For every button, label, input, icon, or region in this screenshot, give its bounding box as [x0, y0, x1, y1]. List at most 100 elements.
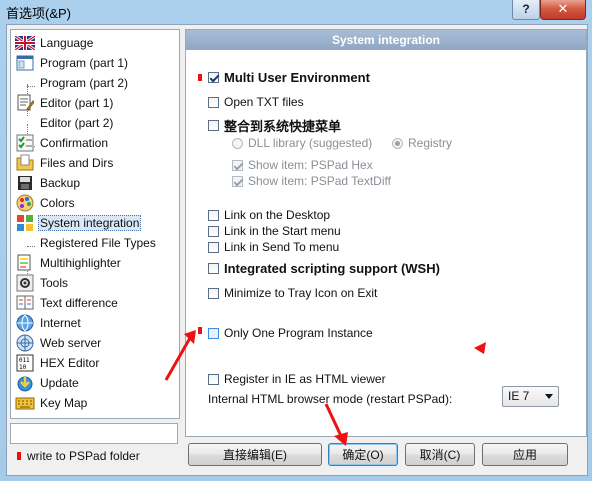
option-label: Link in the Start menu — [224, 224, 341, 238]
close-button[interactable]: ✕ — [540, 0, 586, 20]
title-bar[interactable]: 首选项(&P) ? ✕ — [0, 0, 592, 22]
tree-item-hex-editor[interactable]: 01 10 1 HEX Editor — [15, 353, 101, 373]
option-label: 整合到系统快捷菜单 — [224, 119, 342, 134]
highlighter-icon — [15, 254, 35, 272]
context-menu-checkbox[interactable]: 整合到系统快捷菜单 — [208, 116, 341, 135]
checkbox-box[interactable] — [232, 159, 243, 171]
option-label: Link on the Desktop — [224, 208, 331, 222]
tree-item-editor-part1[interactable]: Editor (part 1) — [15, 93, 115, 113]
tree-item-web-server[interactable]: Web server — [15, 333, 103, 353]
svg-text:1: 1 — [26, 357, 30, 364]
register-ie-checkbox[interactable]: Register in IE as HTML viewer — [208, 372, 386, 386]
multi-user-checkbox[interactable]: Multi User Environment — [208, 70, 370, 85]
tree-item-program-part1[interactable]: Program (part 1) — [15, 53, 130, 73]
tree-item-confirmation[interactable]: Confirmation — [15, 133, 110, 153]
tree-item-label: Language — [40, 36, 94, 50]
windows-icon — [15, 214, 35, 232]
tree-item-colors[interactable]: Colors — [15, 193, 77, 213]
tree-item-label: Multihighlighter — [40, 256, 121, 270]
checkbox-box[interactable] — [208, 120, 219, 131]
minimize-tray-checkbox[interactable]: Minimize to Tray Icon on Exit — [208, 286, 377, 300]
tree-item-label: Editor (part 2) — [40, 116, 114, 130]
show-hex-checkbox[interactable]: Show item: PSPad Hex — [232, 158, 373, 172]
show-textdiff-checkbox[interactable]: Show item: PSPad TextDiff — [232, 174, 391, 188]
dll-library-radio[interactable]: DLL library (suggested) — [232, 136, 372, 150]
tree-item-program-part2[interactable]: Program (part 2) — [38, 73, 130, 93]
tree-search-input[interactable] — [10, 423, 178, 444]
link-start-checkbox[interactable]: Link in the Start menu — [208, 224, 341, 238]
option-label: Register in IE as HTML viewer — [224, 372, 386, 386]
option-label: Multi User Environment — [224, 70, 370, 85]
option-label: Show item: PSPad TextDiff — [248, 174, 391, 188]
tree-item-label: Text difference — [40, 296, 118, 310]
files-icon — [15, 154, 35, 172]
update-icon — [15, 374, 35, 392]
checkbox-box[interactable] — [232, 175, 243, 187]
red-arrow-annotation-icon — [164, 330, 196, 381]
panel-header: System integration — [186, 30, 586, 50]
checkbox-box[interactable] — [208, 209, 219, 221]
tree-item-language[interactable]: Language — [15, 33, 95, 53]
tree-item-text-difference[interactable]: Text difference — [15, 293, 120, 313]
apply-button[interactable]: 应用 — [482, 443, 568, 466]
select-value: IE 7 — [508, 389, 530, 403]
tree-item-backup[interactable]: Backup — [15, 173, 82, 193]
checkbox-box[interactable] — [208, 263, 219, 274]
checklist-icon — [15, 134, 35, 152]
tree-item-label: Tools — [40, 276, 69, 290]
keyboard-icon — [15, 394, 35, 412]
browser-mode-select[interactable]: IE 7 — [502, 386, 559, 407]
wsh-checkbox[interactable]: Integrated scripting support (WSH) — [208, 261, 440, 276]
tree-item-editor-part2[interactable]: Editor (part 2) — [38, 113, 115, 133]
option-label: Link in Send To menu — [224, 240, 340, 254]
tree-item-label: Program (part 1) — [40, 56, 129, 70]
radio-button[interactable] — [392, 137, 403, 149]
category-tree[interactable]: Language Program (part 1) Program (part … — [10, 29, 180, 419]
checkbox-box[interactable] — [208, 96, 219, 108]
link-desktop-checkbox[interactable]: Link on the Desktop — [208, 208, 330, 222]
system-integration-panel: System integration Multi User Environmen… — [185, 29, 587, 437]
open-txt-checkbox[interactable]: Open TXT files — [208, 95, 304, 109]
tree-item-label: HEX Editor — [40, 356, 100, 370]
tree-item-label: Confirmation — [40, 136, 109, 150]
option-label: Show item: PSPad Hex — [248, 158, 373, 172]
checkbox-box[interactable] — [208, 287, 219, 299]
red-arrow-annotation-icon — [324, 403, 348, 446]
tree-connector — [27, 86, 35, 87]
tree-item-registered-file-types[interactable]: Registered File Types — [38, 233, 158, 253]
tree-item-system-integration[interactable]: System integration — [15, 213, 142, 233]
checkbox-box[interactable] — [208, 72, 219, 83]
editor-icon — [15, 94, 35, 112]
flag-uk-icon — [15, 34, 35, 52]
backup-icon — [15, 174, 35, 192]
tree-item-multihighlighter[interactable]: Multihighlighter — [15, 253, 123, 273]
option-label: Integrated scripting support (WSH) — [224, 261, 440, 276]
tree-item-tools[interactable]: Tools — [15, 273, 70, 293]
hex-icon: 01 10 1 — [15, 354, 35, 372]
tree-item-label: Backup — [40, 176, 81, 190]
program-icon — [15, 54, 35, 72]
tree-item-internet[interactable]: Internet — [15, 313, 83, 333]
option-label: Registry — [408, 136, 453, 150]
red-marker-icon — [198, 74, 202, 81]
folder-note-label: write to PSPad folder — [27, 449, 140, 463]
checkbox-box[interactable] — [208, 241, 219, 253]
server-icon — [15, 334, 35, 352]
one-instance-checkbox[interactable]: Only One Program Instance — [208, 326, 373, 340]
tree-item-files-and-dirs[interactable]: Files and Dirs — [15, 153, 115, 173]
tree-item-label: Update — [40, 376, 79, 390]
tree-item-update[interactable]: Update — [15, 373, 81, 393]
radio-button[interactable] — [232, 137, 243, 149]
tree-item-label: Program (part 2) — [40, 76, 129, 90]
checkbox-box[interactable] — [208, 225, 219, 237]
registry-radio[interactable]: Registry — [392, 136, 452, 150]
tree-item-key-map[interactable]: Key Map — [15, 393, 89, 413]
link-sendto-checkbox[interactable]: Link in Send To menu — [208, 240, 339, 254]
checkbox-box[interactable] — [208, 327, 219, 339]
cancel-button[interactable]: 取消(C) — [405, 443, 475, 466]
checkbox-box[interactable] — [208, 373, 219, 385]
edit-direct-button[interactable]: 直接编辑(E) — [188, 443, 322, 466]
colors-icon — [15, 194, 35, 212]
help-button[interactable]: ? — [512, 0, 540, 20]
red-pointer-icon — [474, 342, 486, 354]
